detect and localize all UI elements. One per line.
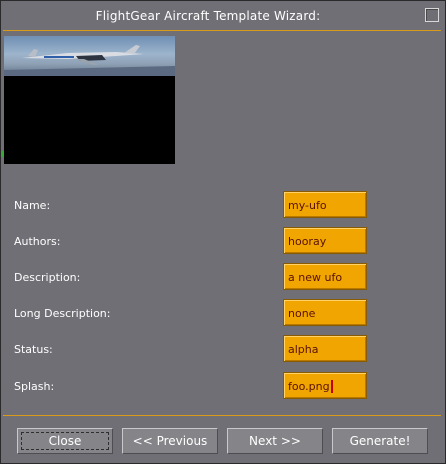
left-edge-marker	[1, 151, 4, 157]
window-title: FlightGear Aircraft Template Wizard:	[95, 9, 321, 23]
name-label: Name:	[14, 199, 51, 212]
name-field[interactable]: my-ufo	[283, 191, 367, 218]
splash-field-value: foo.png	[288, 380, 330, 393]
title-divider	[3, 30, 441, 31]
next-button[interactable]: Next >>	[227, 428, 323, 454]
aircraft-icon	[4, 45, 175, 76]
sky-backdrop	[4, 36, 175, 76]
previous-button-label: << Previous	[132, 434, 208, 448]
long-description-field[interactable]: none	[283, 299, 367, 326]
authors-field[interactable]: hooray	[283, 227, 367, 254]
button-divider	[3, 415, 441, 416]
next-button-label: Next >>	[249, 434, 301, 448]
long-description-label: Long Description:	[14, 307, 111, 320]
generate-button-label: Generate!	[349, 434, 411, 448]
splash-preview-image	[4, 36, 175, 164]
description-field[interactable]: a new ufo	[283, 263, 367, 290]
title-bar[interactable]: FlightGear Aircraft Template Wizard:	[1, 1, 445, 30]
authors-label: Authors:	[14, 235, 61, 248]
splash-field[interactable]: foo.png	[283, 372, 367, 399]
previous-button[interactable]: << Previous	[122, 428, 218, 454]
status-field[interactable]: alpha	[283, 335, 367, 362]
generate-button[interactable]: Generate!	[332, 428, 428, 454]
close-button[interactable]: Close	[17, 428, 113, 454]
splash-label: Splash:	[14, 380, 55, 393]
wizard-dialog: FlightGear Aircraft Template Wizard: Nam…	[0, 0, 446, 464]
window-close-icon[interactable]	[425, 8, 439, 22]
status-label: Status:	[14, 343, 53, 356]
description-label: Description:	[14, 271, 81, 284]
text-cursor	[330, 380, 333, 393]
focus-ring	[21, 432, 109, 450]
